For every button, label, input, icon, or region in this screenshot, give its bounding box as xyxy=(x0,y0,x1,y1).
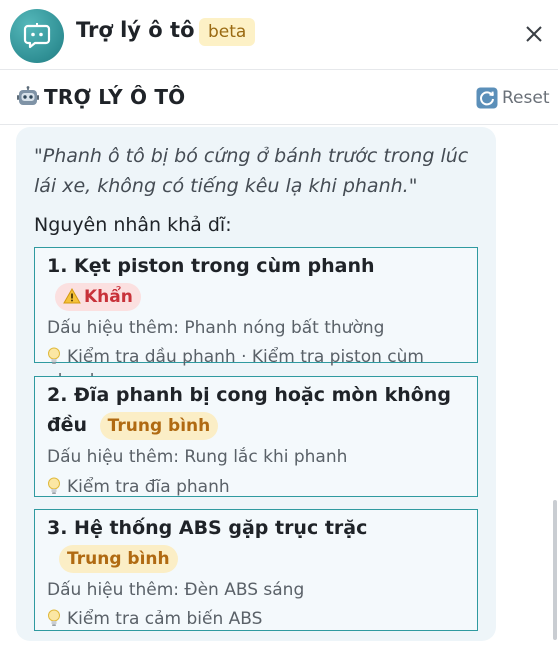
close-icon[interactable] xyxy=(520,20,548,48)
warning-icon xyxy=(63,287,81,304)
check-text: Kiểm tra đĩa phanh xyxy=(67,477,230,497)
refresh-icon[interactable] xyxy=(476,87,498,109)
cause-title: 3. Hệ thống ABS gặp trục trặc Trung bình xyxy=(47,513,465,573)
cause-item: 2. Đĩa phanh bị cong hoặc mòn không đều … xyxy=(34,376,478,497)
lightbulb-icon xyxy=(48,609,60,626)
close-button[interactable] xyxy=(520,20,548,48)
cause-title: 2. Đĩa phanh bị cong hoặc mòn không đều … xyxy=(47,380,465,440)
cause-item: 1. Kẹt piston trong cùm phanh Khẩn Dấu h… xyxy=(34,247,478,391)
severity-tag-medium: Trung bình xyxy=(99,412,219,440)
check-suggestion: Kiểm tra cảm biến ABS xyxy=(47,607,465,631)
causes-heading: Nguyên nhân khả dĩ: xyxy=(34,214,232,236)
check-suggestion: Kiểm tra đĩa phanh xyxy=(47,475,465,499)
reset-label[interactable]: Reset xyxy=(502,88,550,108)
scrollbar-thumb[interactable] xyxy=(553,500,557,640)
extra-sign: Dấu hiệu thêm: Rung lắc khi phanh xyxy=(47,447,348,467)
lightbulb-icon xyxy=(48,477,60,494)
cause-item: 3. Hệ thống ABS gặp trục trặc Trung bình… xyxy=(34,509,478,631)
severity-tag-medium: Trung bình xyxy=(59,545,178,573)
user-query-quote: "Phanh ô tô bị bó cứng ở bánh trước tron… xyxy=(34,145,469,197)
reset-button[interactable]: Reset xyxy=(476,86,550,110)
extra-sign: Dấu hiệu thêm: Đèn ABS sáng xyxy=(47,580,305,600)
beta-badge: beta xyxy=(199,18,256,46)
lightbulb-icon xyxy=(48,347,60,364)
severity-tag-urgent: Khẩn xyxy=(55,283,141,311)
check-text: Kiểm tra cảm biến ABS xyxy=(67,609,263,629)
app-title: Trợ lý ô tô xyxy=(76,18,195,42)
extra-sign: Dấu hiệu thêm: Phanh nóng bất thường xyxy=(47,318,385,338)
cause-title-text: 3. Hệ thống ABS gặp trục trặc xyxy=(47,517,368,539)
severity-tag-label: Khẩn xyxy=(84,287,133,307)
robot-icon xyxy=(16,85,40,113)
cause-title: 1. Kẹt piston trong cùm phanh Khẩn xyxy=(47,251,465,311)
chat-bot-icon xyxy=(10,9,64,63)
assistant-title: TRỢ LÝ Ô TÔ xyxy=(44,85,186,109)
cause-title-text: 1. Kẹt piston trong cùm phanh xyxy=(47,255,375,277)
chat-bot-glyph xyxy=(23,23,51,49)
